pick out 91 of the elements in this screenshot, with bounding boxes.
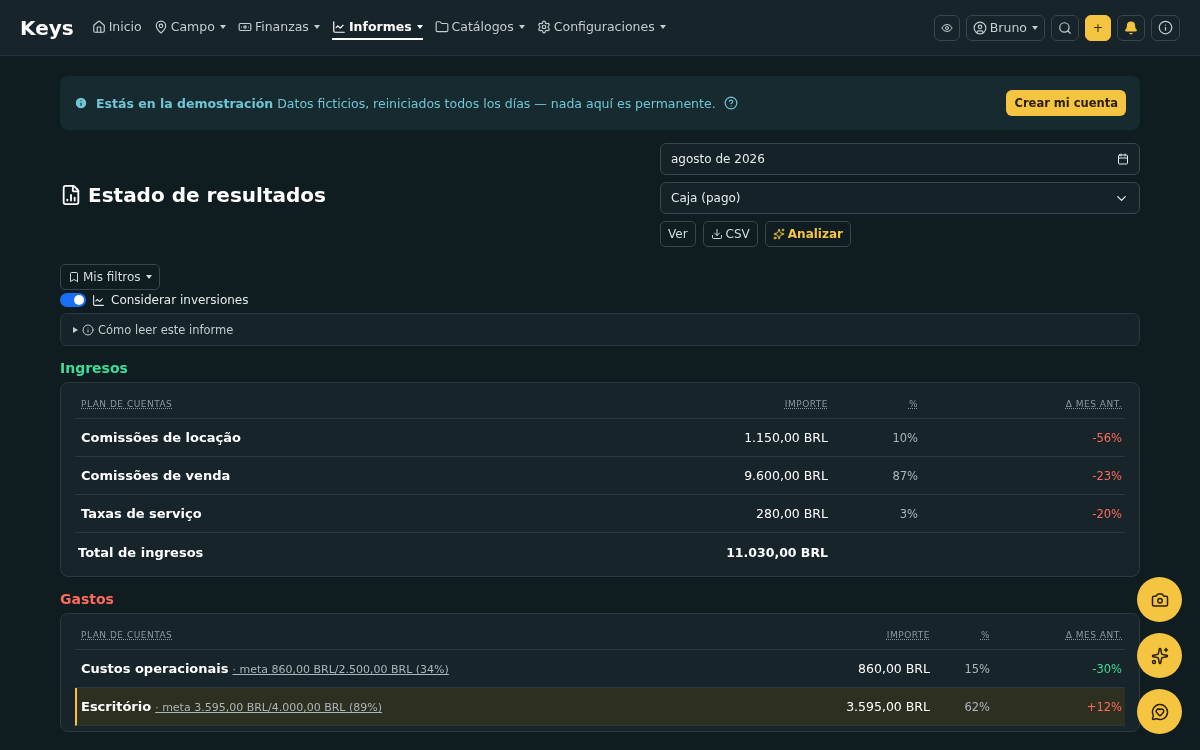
app-logo[interactable]: Keys: [20, 15, 74, 40]
column-header[interactable]: PLAN DE CUENTAS: [81, 398, 678, 409]
percent-cell-text: 87%: [891, 468, 918, 483]
caret-icon: [1032, 25, 1038, 30]
info-icon: [74, 96, 88, 110]
nav-item[interactable]: Campo: [153, 15, 226, 40]
total-amount: 11.030,00 BRL: [725, 544, 828, 560]
notifications-button[interactable]: [1117, 14, 1145, 41]
map-pin-icon: [153, 19, 168, 34]
house-icon: [91, 19, 106, 34]
delta-cell-text: -20%: [1091, 506, 1122, 521]
line-chart-icon: [331, 19, 346, 34]
bell-icon: [1124, 20, 1138, 35]
gear-icon: [536, 19, 551, 34]
nav-item[interactable]: Catálogos: [434, 15, 525, 40]
demo-message: Estás en la demostración Datos ficticios, reiniciados todos los días — nada aquí es permanente.: [96, 95, 716, 111]
toggle-switch[interactable]: [60, 293, 86, 307]
toggle-label: Considerar inversiones: [111, 293, 249, 307]
percent-cell-text: 15%: [963, 661, 990, 676]
budget-link[interactable]: · meta 3.595,00 BRL/4.000,00 BRL (89%): [155, 701, 382, 714]
user-icon: [972, 20, 987, 35]
user-menu-button[interactable]: Bruno: [965, 14, 1045, 41]
account-name: Comissões de locação: [81, 430, 241, 445]
analyze-button[interactable]: Analizar: [764, 221, 851, 247]
camera-icon: [1150, 590, 1169, 609]
nav-item[interactable]: Informes: [331, 15, 423, 40]
sparkles-icon: [1150, 646, 1169, 665]
percent-cell-text: 10%: [891, 430, 918, 445]
create-account-button[interactable]: Crear mi cuenta: [1006, 90, 1126, 116]
delta-cell-text: -23%: [1091, 468, 1122, 483]
column-header[interactable]: IMPORTE: [678, 398, 828, 409]
folder-icon: [434, 19, 449, 34]
report-icon: [60, 184, 82, 206]
total-label: Total de ingresos: [78, 544, 205, 560]
delta-cell-text: -56%: [1091, 430, 1122, 445]
help-icon[interactable]: [723, 96, 738, 110]
amount-cell-text: 860,00 BRL: [857, 661, 930, 676]
help-disclosure[interactable]: Cómo leer este informe: [60, 313, 1140, 346]
sparkles-icon: [772, 228, 785, 240]
calendar-icon: [1117, 153, 1129, 165]
budget-link[interactable]: · meta 860,00 BRL/2.500,00 BRL (34%): [232, 663, 449, 676]
caret-icon: [416, 24, 423, 29]
caret-icon: [313, 24, 320, 29]
delta-cell-text: +12%: [1085, 699, 1122, 714]
chat-heart-icon: [1150, 702, 1169, 721]
column-header[interactable]: IMPORTE: [780, 629, 930, 640]
caret-icon: [659, 24, 666, 29]
basis-select[interactable]: Caja (pago): [660, 182, 1140, 214]
chat-button[interactable]: [1137, 689, 1182, 734]
column-header[interactable]: %: [930, 629, 990, 640]
account-name: Comissões de venda: [81, 468, 231, 483]
percent-cell-text: 3%: [898, 506, 918, 521]
period-field[interactable]: agosto de 2026: [660, 143, 1140, 175]
line-chart-icon: [92, 293, 105, 307]
download-icon: [710, 228, 723, 240]
info-button[interactable]: [1151, 14, 1180, 41]
info-icon: [1158, 20, 1173, 35]
delta-cell-text: -30%: [1091, 661, 1122, 676]
caret-icon: [145, 275, 152, 279]
search-button[interactable]: [1051, 14, 1079, 41]
ai-button[interactable]: [1137, 633, 1182, 678]
section-title: Gastos: [60, 591, 115, 607]
nav-item[interactable]: Finanzas: [237, 15, 320, 40]
account-name: Taxas de serviço: [81, 506, 202, 521]
amount-cell-text: 9.600,00 BRL: [743, 468, 828, 483]
visibility-button[interactable]: [933, 14, 960, 41]
percent-cell-text: 62%: [963, 699, 990, 714]
bookmark-icon: [68, 271, 80, 283]
info-icon: [82, 323, 94, 336]
camera-button[interactable]: [1137, 577, 1182, 622]
column-header[interactable]: %: [828, 398, 918, 409]
nav-item[interactable]: Inicio: [91, 15, 142, 40]
amount-cell-text: 1.150,00 BRL: [743, 430, 828, 445]
section-title: Ingresos: [60, 360, 129, 376]
amount-cell-text: 280,00 BRL: [755, 506, 828, 521]
add-button[interactable]: +: [1085, 14, 1111, 41]
nav-item[interactable]: Configuraciones: [536, 15, 666, 40]
page-title: Estado de resultados: [60, 143, 326, 247]
account-name: Escritório: [81, 699, 152, 714]
csv-button[interactable]: CSV: [702, 221, 758, 247]
search-icon: [1058, 20, 1072, 35]
eye-icon: [940, 21, 953, 34]
caret-icon: [219, 24, 226, 29]
caret-icon: [518, 24, 525, 29]
account-name: Custos operacionais: [81, 661, 229, 676]
column-header[interactable]: Δ MES ANT.: [918, 398, 1122, 409]
amount-cell-text: 3.595,00 BRL: [845, 699, 930, 714]
column-header[interactable]: PLAN DE CUENTAS: [81, 629, 780, 640]
view-button[interactable]: Ver: [660, 221, 696, 247]
column-header[interactable]: Δ MES ANT.: [990, 629, 1122, 640]
filters-button[interactable]: Mis filtros: [60, 264, 160, 290]
